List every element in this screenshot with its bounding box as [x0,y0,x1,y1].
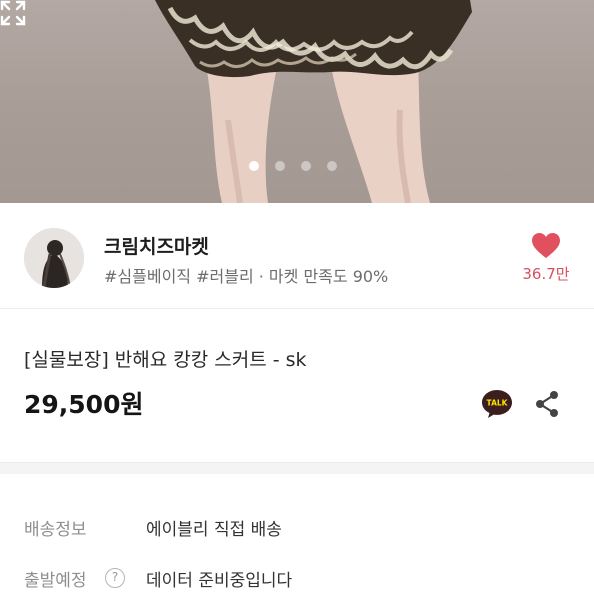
carousel-dot[interactable] [249,161,259,171]
like-button[interactable]: 36.7만 [518,229,574,289]
shop-tags: #심플베이직 #러블리 · 마켓 만족도 90% [104,267,389,286]
kakao-talk-button[interactable]: TALK [481,389,513,419]
shop-name[interactable]: 크림치즈마켓 [104,232,209,259]
shop-info[interactable]: 크림치즈마켓 #심플베이직 #러블리 · 마켓 만족도 90% 36.7만 [0,203,594,308]
product-price: 29,500원 [24,390,144,419]
shop-avatar-image [24,228,84,288]
divider [0,308,594,309]
product-title: [실물보장] 반해요 캉캉 스커트 - sk [24,349,307,371]
product-photo [155,0,472,203]
shipping-info-label: 배송정보 [24,520,87,540]
shipping-info-value: 에이블리 직접 배송 [146,520,282,540]
share-icon[interactable] [534,390,560,418]
help-icon[interactable]: ? [105,568,125,588]
expand-icon[interactable] [0,0,26,26]
carousel-dot[interactable] [327,161,337,171]
carousel-dot[interactable] [301,161,311,171]
product-image-carousel[interactable] [0,0,594,203]
like-count: 36.7만 [522,265,570,283]
departure-value: 데이터 준비중입니다 [146,571,293,591]
carousel-dot[interactable] [275,161,285,171]
departure-label: 출발예정 [24,571,87,591]
carousel-indicator [249,161,337,171]
kakao-talk-label: TALK [487,399,509,408]
heart-icon [532,233,560,258]
section-divider [0,462,594,474]
shop-avatar[interactable] [24,228,84,288]
